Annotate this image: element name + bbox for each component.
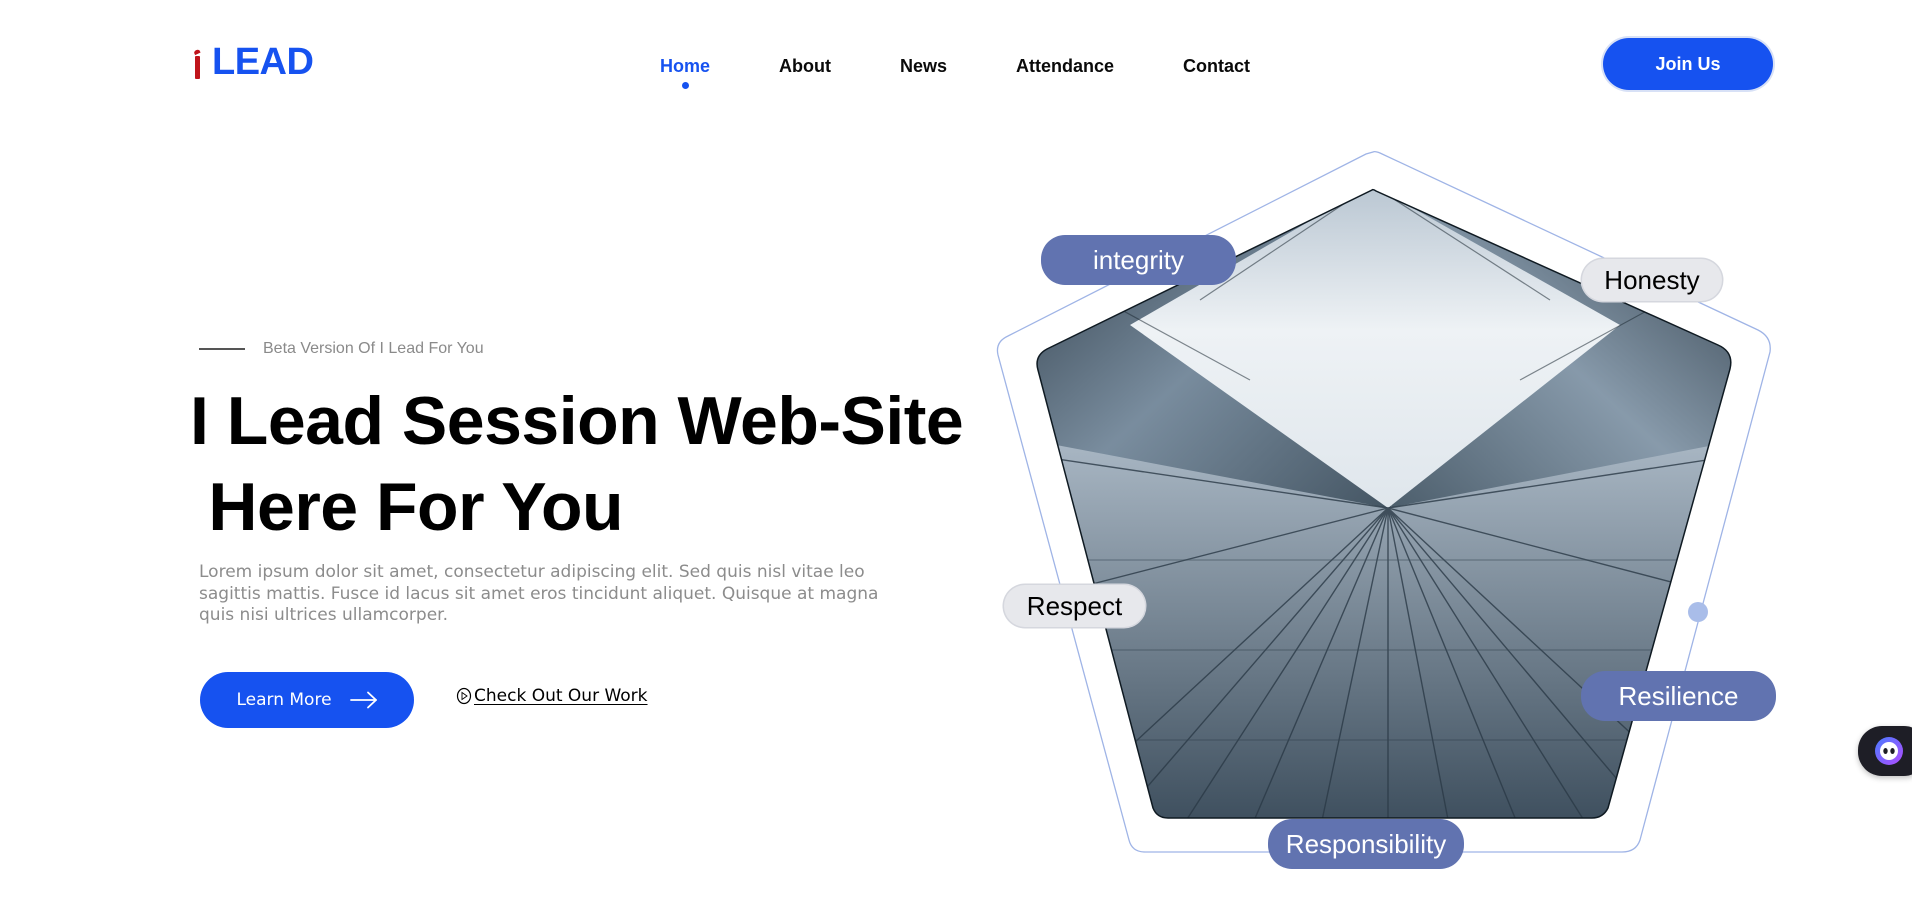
nav-label-news: News: [900, 56, 948, 76]
arrow-right-icon: [349, 691, 377, 709]
check-out-work-label: Check Out Our Work: [474, 686, 648, 706]
nav-label-about: About: [779, 56, 831, 76]
nav-item-contact[interactable]: Contact: [1183, 54, 1250, 78]
play-circle-icon: [456, 687, 472, 705]
chatbot-icon: [1875, 737, 1903, 765]
value-pill-integrity: integrity: [1041, 235, 1236, 285]
check-out-work-link[interactable]: Check Out Our Work: [456, 686, 648, 706]
hero-title: I Lead Session Web-Site Here For You: [190, 378, 964, 550]
hero-title-line2: Here For You: [190, 469, 624, 545]
value-pill-responsibility: Responsibility: [1268, 819, 1464, 869]
active-indicator-dot: [682, 82, 689, 89]
nav-item-news[interactable]: News: [900, 54, 947, 78]
learn-more-button[interactable]: Learn More: [200, 672, 414, 728]
value-pill-respect: Respect: [1004, 585, 1145, 627]
nav-item-home[interactable]: Home: [660, 54, 711, 89]
nav-label-attendance: Attendance: [1016, 56, 1115, 76]
learn-more-label: Learn More: [236, 690, 332, 710]
hero-eyebrow: Beta Version Of I Lead For You: [199, 340, 484, 358]
join-us-button[interactable]: Join Us: [1603, 38, 1773, 90]
accent-dot: [1688, 602, 1708, 622]
hero-description: Lorem ipsum dolor sit amet, consectetur …: [199, 562, 879, 625]
nav-item-attendance[interactable]: Attendance: [1016, 54, 1114, 78]
main-nav: Home About News Attendance Contact: [660, 54, 1250, 89]
eyebrow-divider: [199, 348, 245, 350]
value-pill-honesty: Honesty: [1582, 259, 1722, 301]
logo-text: LEAD: [212, 41, 314, 83]
site-logo[interactable]: LEAD: [193, 41, 314, 83]
eyebrow-text: Beta Version Of I Lead For You: [263, 340, 484, 357]
nav-item-about[interactable]: About: [779, 54, 831, 78]
logo-i-mark: [193, 48, 202, 82]
hero-title-line1: I Lead Session Web-Site: [190, 383, 964, 459]
nav-label-home: Home: [660, 56, 711, 76]
nav-label-contact: Contact: [1183, 56, 1251, 76]
chat-widget-button[interactable]: [1858, 726, 1912, 776]
value-pill-resilience: Resilience: [1581, 671, 1776, 721]
